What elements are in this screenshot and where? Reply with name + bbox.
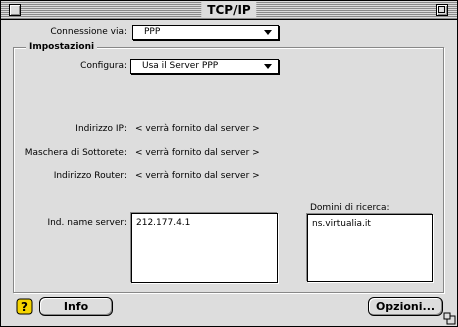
options-button[interactable]: Opzioni... (368, 297, 443, 316)
subnet-value: < verrà fornito dal server > (135, 148, 260, 158)
zoom-box-icon[interactable] (436, 4, 448, 16)
close-box-icon[interactable] (9, 4, 21, 16)
router-value: < verrà fornito dal server > (135, 171, 260, 181)
subnet-label: Maschera di Sottorete: (24, 148, 127, 158)
configure-popup[interactable]: Usa il Server PPP (130, 59, 279, 74)
search-domains-value: ns.virtualia.it (312, 219, 371, 229)
chevron-down-icon (264, 64, 272, 69)
ip-value: < verrà fornito dal server > (135, 124, 260, 134)
name-server-value: 212.177.4.1 (136, 218, 191, 228)
name-server-field[interactable]: 212.177.4.1 (131, 213, 278, 283)
resize-grip-icon[interactable] (443, 312, 457, 326)
configure-label: Configura: (80, 61, 127, 71)
name-server-label: Ind. name server: (47, 218, 127, 228)
title-bar[interactable]: TCP/IP (1, 1, 457, 20)
help-question-icon[interactable]: ? (16, 298, 33, 315)
window-title: TCP/IP (201, 2, 257, 18)
search-domains-field[interactable]: ns.virtualia.it (307, 214, 433, 282)
connection-value: PPP (144, 27, 161, 37)
chevron-down-icon (264, 30, 272, 35)
tcpip-window: TCP/IP Connessione via: PPP Impostazioni… (0, 0, 458, 327)
settings-group-title: Impostazioni (26, 41, 98, 53)
configure-value: Usa il Server PPP (142, 61, 219, 71)
svg-text:?: ? (21, 300, 28, 314)
connection-popup[interactable]: PPP (132, 25, 279, 40)
connection-label: Connessione via: (50, 27, 127, 37)
router-label: Indirizzo Router: (53, 171, 127, 181)
info-button[interactable]: Info (39, 297, 113, 316)
search-domains-label: Domini di ricerca: (310, 203, 390, 213)
ip-label: Indirizzo IP: (75, 124, 127, 134)
